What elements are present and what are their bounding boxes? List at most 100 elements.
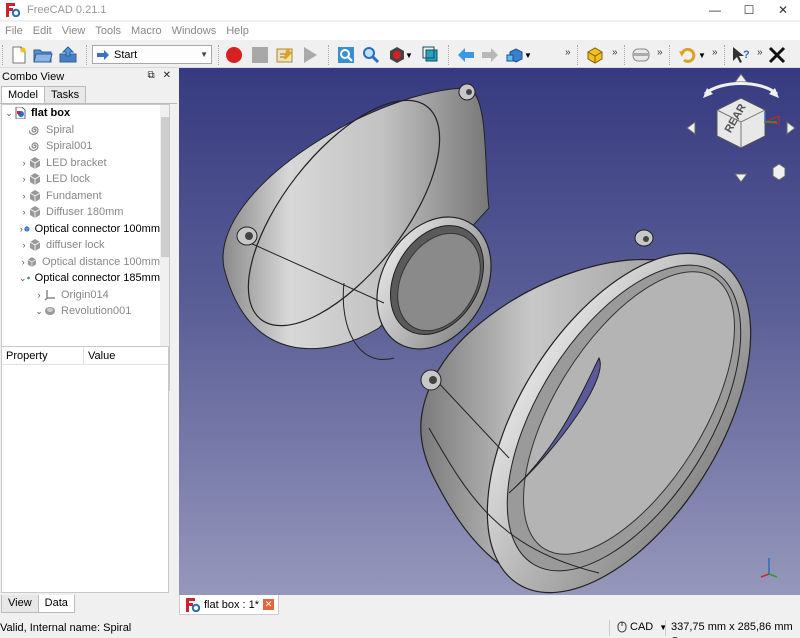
tab-model[interactable]: Model [1, 86, 45, 103]
document-icon [15, 107, 26, 119]
bounding-box-icon[interactable] [420, 44, 442, 66]
collapse-chevron-icon[interactable]: › [19, 191, 29, 201]
combo-tabs: Model Tasks [0, 86, 177, 104]
menu-file[interactable]: File [0, 25, 28, 37]
tree-item[interactable]: › Optical connector 100mm [2, 221, 160, 237]
menu-macro[interactable]: Macro [126, 25, 167, 37]
tree-item[interactable]: › Optical distance 100mm [2, 254, 160, 270]
tree-item[interactable]: › LED bracket [2, 155, 160, 171]
spiral-icon [29, 142, 39, 152]
menu-tools[interactable]: Tools [90, 25, 126, 37]
tree-item-label: Diffuser 180mm [46, 206, 124, 218]
view-dimensions-text: 337,75 mm x 285,86 mm [671, 621, 793, 633]
tree-item[interactable]: › Diffuser 180mm [2, 204, 160, 220]
tab-tasks[interactable]: Tasks [43, 86, 87, 103]
value-column-header[interactable]: Value [84, 350, 115, 362]
tab-data[interactable]: Data [37, 595, 75, 613]
container-icon[interactable] [630, 44, 652, 66]
back-arrow-icon[interactable] [455, 44, 477, 66]
tree-item[interactable]: › Fundament [2, 188, 160, 204]
expand-chevron-icon[interactable]: ⌄ [34, 306, 44, 317]
toolbar-overflow-5[interactable]: » [757, 47, 762, 58]
fit-selection-icon[interactable] [360, 44, 382, 66]
toolbar-overflow-3[interactable]: » [657, 47, 662, 58]
body-icon [29, 189, 41, 202]
tree-item[interactable]: Spiral [2, 122, 160, 138]
chevron-down-icon: ▼ [200, 50, 208, 59]
cone-part [222, 83, 492, 360]
menu-view[interactable]: View [57, 25, 91, 37]
draw-style-dropdown-icon[interactable]: ▼ [404, 44, 414, 66]
close-x-icon[interactable] [766, 44, 788, 66]
open-folder-icon[interactable] [32, 44, 54, 66]
macro-stop-icon[interactable] [249, 44, 271, 66]
toolbar-overflow-4[interactable]: » [712, 47, 717, 58]
view-dimensions[interactable]: 337,75 mm x 285,86 mm ▼ [671, 621, 800, 638]
close-tab-icon[interactable]: ✕ [263, 599, 275, 610]
tree-item-label: Spiral001 [46, 140, 93, 152]
menu-help[interactable]: Help [221, 25, 254, 37]
axis-cross-icon [760, 558, 778, 578]
collapse-chevron-icon[interactable]: › [34, 290, 44, 300]
revolution-icon [45, 307, 55, 315]
tree-item[interactable]: › diffuser lock [2, 237, 160, 253]
new-document-icon[interactable] [8, 44, 30, 66]
macro-edit-icon[interactable] [274, 44, 296, 66]
part-design-icon[interactable] [584, 44, 606, 66]
property-column-header[interactable]: Property [2, 346, 84, 365]
tree-item[interactable]: Spiral001 [2, 138, 160, 154]
property-view: Property Value [1, 346, 169, 593]
save-icon[interactable] [57, 44, 79, 66]
tree-item-label: LED lock [46, 173, 91, 185]
navigation-style-selector[interactable]: CAD ▼ [617, 621, 667, 633]
menu-edit[interactable]: Edit [28, 25, 57, 37]
freecad-doc-icon [186, 597, 200, 612]
collapse-chevron-icon[interactable]: › [19, 158, 29, 168]
close-button[interactable]: ✕ [766, 0, 800, 20]
tree-item[interactable]: › Origin014 [2, 287, 160, 303]
collapse-chevron-icon[interactable]: › [19, 257, 27, 267]
tree-item[interactable]: ⌄ flat box [2, 105, 160, 121]
maximize-button[interactable]: ☐ [732, 0, 766, 20]
collapse-chevron-icon[interactable]: › [19, 174, 29, 184]
tab-view[interactable]: View [1, 595, 39, 613]
combo-view-title: Combo View [2, 71, 65, 83]
float-panel-icon[interactable]: ⧉ [147, 70, 154, 81]
tree-item-label: Fundament [46, 189, 102, 202]
status-message: Valid, Internal name: Spiral [0, 622, 132, 634]
3d-view[interactable]: REAR [179, 68, 800, 595]
undo-dropdown-icon[interactable]: ▼ [697, 44, 707, 66]
minimize-button[interactable]: — [698, 0, 732, 20]
tree-item[interactable]: › LED lock [2, 171, 160, 187]
menu-windows[interactable]: Windows [167, 25, 222, 37]
undo-icon[interactable] [676, 44, 698, 66]
svg-text:?: ? [743, 49, 750, 61]
workbench-selector[interactable]: Start ▼ [92, 45, 212, 64]
fit-all-icon[interactable] [335, 44, 357, 66]
toolbar-overflow-2[interactable]: » [612, 47, 617, 58]
tree-item[interactable]: ⌄ Optical connector 185mm [2, 270, 160, 286]
expand-chevron-icon[interactable]: ⌄ [19, 273, 27, 284]
toolbar-overflow-1[interactable]: » [565, 47, 570, 58]
body-icon [26, 276, 30, 280]
window-title: FreeCAD 0.21.1 [27, 4, 107, 16]
tree-item-label: Optical distance 100mm [42, 255, 160, 268]
document-tab[interactable]: flat box : 1* ✕ [179, 595, 279, 615]
tree-item[interactable]: ⌄ Revolution001 [2, 303, 160, 319]
forward-arrow-icon[interactable] [479, 44, 501, 66]
navigation-cube[interactable]: REAR [685, 72, 797, 184]
std-views-dropdown-icon[interactable]: ▼ [523, 44, 533, 66]
tree-item-label: LED bracket [46, 156, 107, 169]
title-bar: FreeCAD 0.21.1 — ☐ ✕ [0, 0, 800, 20]
collapse-chevron-icon[interactable]: › [19, 240, 29, 250]
expand-chevron-icon[interactable]: ⌄ [4, 108, 14, 119]
collapse-chevron-icon[interactable]: › [19, 207, 29, 217]
macro-record-icon[interactable] [223, 44, 245, 66]
whats-this-help-icon[interactable]: ? [730, 44, 752, 66]
tree-scrollbar-thumb[interactable] [161, 117, 169, 257]
combo-view-panel: Combo View ⧉ ✕ Model Tasks ⌄ flat box Spir… [0, 68, 177, 615]
tree-item-label: flat box [31, 107, 71, 119]
macro-play-icon[interactable] [299, 44, 321, 66]
close-panel-icon[interactable]: ✕ [163, 70, 171, 81]
menu-bar: File Edit View Tools Macro Windows Help [0, 22, 800, 40]
